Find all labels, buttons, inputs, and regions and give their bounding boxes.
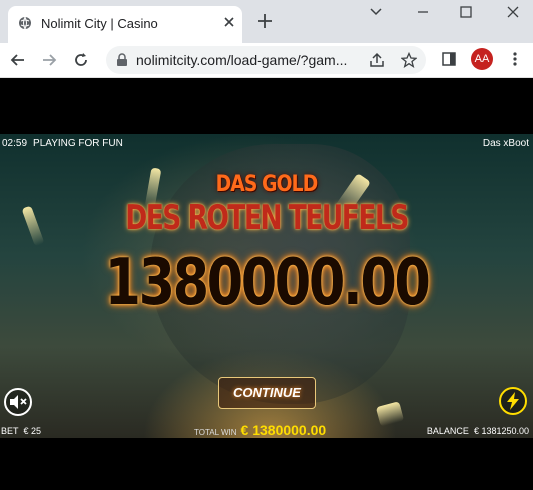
feature-name: Das xBoot (482, 138, 529, 149)
url-text[interactable]: nolimitcity.com/load-game/?gam... (136, 52, 366, 68)
muted-speaker-icon (10, 395, 27, 409)
globe-icon (19, 16, 31, 30)
win-amount: 1380000.00 (104, 246, 431, 320)
side-panel-icon[interactable] (441, 51, 457, 67)
browser-tab[interactable]: Nolimit City | Casino (8, 6, 242, 43)
total-win-label: TOTAL WIN (194, 428, 237, 437)
play-mode: PLAYING FOR FUN (33, 138, 123, 149)
maximize-icon[interactable] (456, 4, 476, 20)
lock-icon[interactable] (116, 53, 128, 67)
back-arrow-icon[interactable] (10, 52, 26, 68)
bookmark-star-icon[interactable] (401, 52, 417, 68)
address-bar[interactable]: nolimitcity.com/load-game/?gam... (106, 46, 426, 74)
lightning-icon (507, 392, 519, 410)
minimize-icon[interactable] (413, 4, 433, 20)
sound-toggle-button[interactable] (4, 388, 32, 416)
tab-title: Nolimit City | Casino (41, 16, 158, 31)
game-title-line2: DES ROTEN TEUFELS (125, 198, 409, 238)
total-win-display: TOTAL WIN € 1380000.00 (194, 422, 326, 438)
close-window-icon[interactable] (503, 4, 523, 20)
balance-display: BALANCE € 1381250.00 (427, 426, 529, 436)
light-streak (21, 205, 45, 247)
profile-avatar[interactable]: AA (471, 48, 493, 70)
browser-toolbar: nolimitcity.com/load-game/?gam... (0, 43, 533, 78)
tab-strip: Nolimit City | Casino (0, 0, 533, 43)
reload-icon[interactable] (73, 52, 89, 68)
close-tab-icon[interactable] (222, 15, 236, 29)
share-icon[interactable] (369, 52, 385, 68)
bet-value: € 25 (23, 426, 42, 436)
game-canvas[interactable]: 02:59 PLAYING FOR FUN Das xBoot DAS GOLD … (0, 134, 533, 438)
tab-search-chevron-icon[interactable] (366, 4, 386, 20)
hud-status: 02:59 PLAYING FOR FUN (2, 138, 123, 149)
game-timer: 02:59 (2, 138, 28, 149)
bet-label: BET (1, 426, 19, 436)
bet-display: BET € 25 (1, 426, 41, 436)
more-menu-icon[interactable] (508, 51, 522, 67)
total-win-value: € 1380000.00 (240, 422, 327, 438)
continue-button[interactable]: CONTINUE (218, 377, 316, 409)
new-tab-icon[interactable] (256, 12, 274, 30)
balance-value: € 1381250.00 (473, 426, 529, 436)
balance-label: BALANCE (426, 426, 469, 436)
forward-arrow-icon[interactable] (41, 52, 57, 68)
turbo-button[interactable] (499, 387, 527, 415)
game-title-line1: DAS GOLD (215, 172, 319, 197)
bottom-info-bar: BET € 25 TOTAL WIN € 1380000.00 BALANCE €… (0, 420, 533, 438)
